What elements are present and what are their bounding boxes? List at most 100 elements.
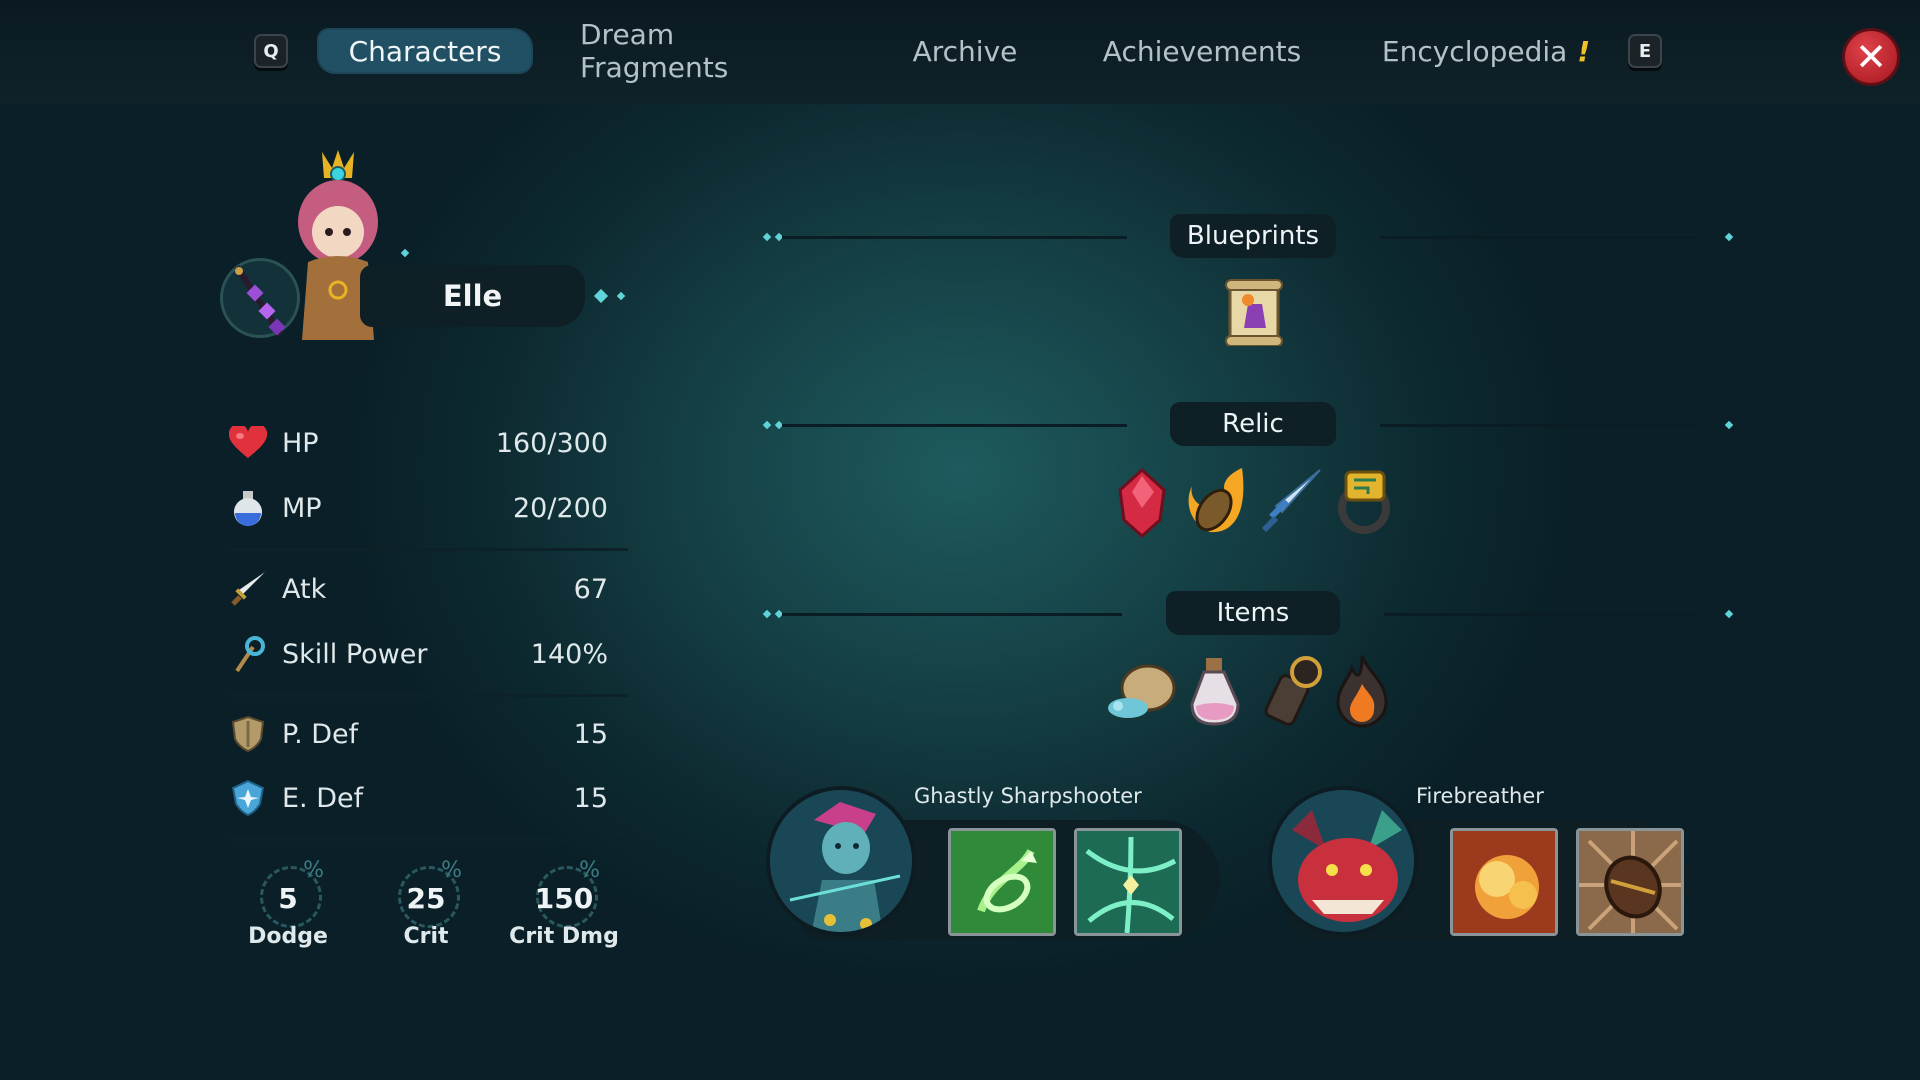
- relic-slot[interactable]: [1258, 466, 1322, 533]
- tab-label: Achievements: [1102, 34, 1302, 68]
- accent-diamond: [400, 248, 410, 258]
- stat-skill-power: Skill Power 140%: [228, 629, 608, 679]
- divider: [228, 838, 628, 841]
- fire-bullet-icon: [1188, 468, 1244, 533]
- divider: [228, 548, 628, 551]
- accent-diamond: [593, 288, 609, 304]
- prev-tab-key[interactable]: Q: [254, 34, 288, 68]
- blueprints-header: Blueprints: [1170, 214, 1336, 258]
- stat-value: 140%: [530, 638, 608, 670]
- companion-name: Ghastly Sharpshooter: [914, 784, 1142, 808]
- items-header: Items: [1166, 591, 1340, 635]
- alert-icon: !: [1577, 34, 1591, 68]
- tab-label: Dream Fragments: [580, 18, 729, 84]
- relic-slot[interactable]: [1184, 466, 1248, 533]
- close-icon: ✕: [1855, 35, 1887, 79]
- dagger-icon: [1261, 469, 1321, 533]
- stat-p-def: P. Def 15: [228, 709, 608, 759]
- top-nav-bar: Q Characters Dream Fragments Archive Ach…: [0, 0, 1920, 104]
- relic-slot[interactable]: [1110, 467, 1174, 539]
- potion-bottle-icon: [1190, 658, 1240, 726]
- close-button[interactable]: ✕: [1842, 28, 1900, 86]
- item-slot[interactable]: [1184, 654, 1248, 726]
- stat-mp: MP 20/200: [228, 483, 608, 533]
- red-crystal-icon: [1118, 467, 1166, 539]
- blueprint-slot[interactable]: [1222, 278, 1286, 347]
- stat-value: 160/300: [495, 427, 608, 459]
- gold-ring-icon: [1338, 470, 1390, 534]
- section-title: Items: [1216, 598, 1290, 628]
- stat-label: Dodge: [248, 924, 328, 949]
- stat-label: MP: [282, 492, 322, 524]
- companion-portrait-sharpshooter[interactable]: [766, 786, 916, 936]
- green-vortex-skill-icon: [1077, 831, 1179, 933]
- shield-icon: [228, 714, 268, 754]
- heart-icon: [228, 423, 268, 463]
- tab-dream-fragments[interactable]: Dream Fragments: [580, 18, 824, 84]
- stat-label: Atk: [282, 573, 327, 605]
- barrel-skill-icon: [1579, 831, 1681, 933]
- skill-card-green-vortex[interactable]: [1074, 828, 1182, 936]
- tab-label: Archive: [912, 34, 1018, 68]
- blueprint-scroll-icon: [1225, 279, 1283, 347]
- stat-crit-dmg: % 150 Crit Dmg: [509, 858, 619, 962]
- skill-card-green-arrow[interactable]: [948, 828, 1056, 936]
- mana-potion-icon: [228, 488, 268, 528]
- section-divider-left: [782, 236, 1127, 239]
- stat-hp: HP 160/300: [228, 418, 608, 468]
- character-name: Elle: [442, 279, 503, 313]
- stat-value: 15: [573, 718, 608, 750]
- percent-sign: %: [441, 858, 462, 883]
- stat-label: P. Def: [282, 718, 359, 750]
- skill-card-barrel[interactable]: [1576, 828, 1684, 936]
- tab-encyclopedia[interactable]: Encyclopedia !: [1382, 28, 1590, 74]
- accent-diamond: [1724, 420, 1734, 430]
- tab-achievements[interactable]: Achievements: [1103, 28, 1301, 74]
- stat-value: 20/200: [513, 492, 608, 524]
- flame-icon: [1336, 655, 1388, 728]
- energy-shield-icon: [228, 778, 268, 818]
- pouch-icon: [1108, 664, 1176, 718]
- stat-value: 5: [278, 882, 298, 915]
- stat-value: 67: [573, 573, 608, 605]
- section-title: Blueprints: [1186, 221, 1320, 251]
- divider: [228, 694, 628, 697]
- relic-slot[interactable]: [1332, 466, 1396, 534]
- stat-e-def: E. Def 15: [228, 773, 608, 823]
- staff-icon: [228, 634, 268, 674]
- item-slot[interactable]: [1258, 654, 1322, 726]
- section-divider-right: [1380, 424, 1700, 427]
- section-divider-right: [1380, 236, 1700, 239]
- stat-dodge: % 5 Dodge: [238, 858, 338, 962]
- stat-label: HP: [282, 427, 319, 459]
- companion-name: Firebreather: [1416, 784, 1544, 808]
- next-tab-key[interactable]: E: [1628, 34, 1662, 68]
- tab-label: Characters: [348, 34, 502, 68]
- stat-label: Crit: [403, 924, 449, 949]
- companion-portrait-firebreather[interactable]: [1268, 786, 1418, 936]
- accent-diamond: [1724, 609, 1734, 619]
- stat-atk: Atk 67: [228, 564, 608, 614]
- accent-diamond: [762, 420, 772, 430]
- item-slot[interactable]: [1106, 658, 1176, 722]
- accent-diamond: [1724, 232, 1734, 242]
- character-name-plate: Elle: [360, 265, 585, 327]
- sword-icon: [228, 569, 268, 609]
- tab-archive[interactable]: Archive: [900, 28, 1030, 74]
- stat-value: 25: [406, 882, 446, 915]
- cannon-icon: [1264, 656, 1322, 726]
- skill-card-explosion[interactable]: [1450, 828, 1558, 936]
- stat-label: Skill Power: [282, 638, 428, 670]
- percent-sign: %: [303, 858, 324, 883]
- stat-value: 15: [573, 782, 608, 814]
- section-divider-left: [782, 424, 1127, 427]
- stat-label: E. Def: [282, 782, 364, 814]
- relic-header: Relic: [1170, 402, 1336, 446]
- section-divider-left: [782, 613, 1122, 616]
- green-arrow-skill-icon: [951, 831, 1053, 933]
- accent-diamond: [762, 232, 772, 242]
- item-slot[interactable]: [1332, 654, 1396, 728]
- tab-characters[interactable]: Characters: [317, 28, 533, 74]
- accent-diamond: [762, 609, 772, 619]
- stat-value: 150: [534, 882, 594, 915]
